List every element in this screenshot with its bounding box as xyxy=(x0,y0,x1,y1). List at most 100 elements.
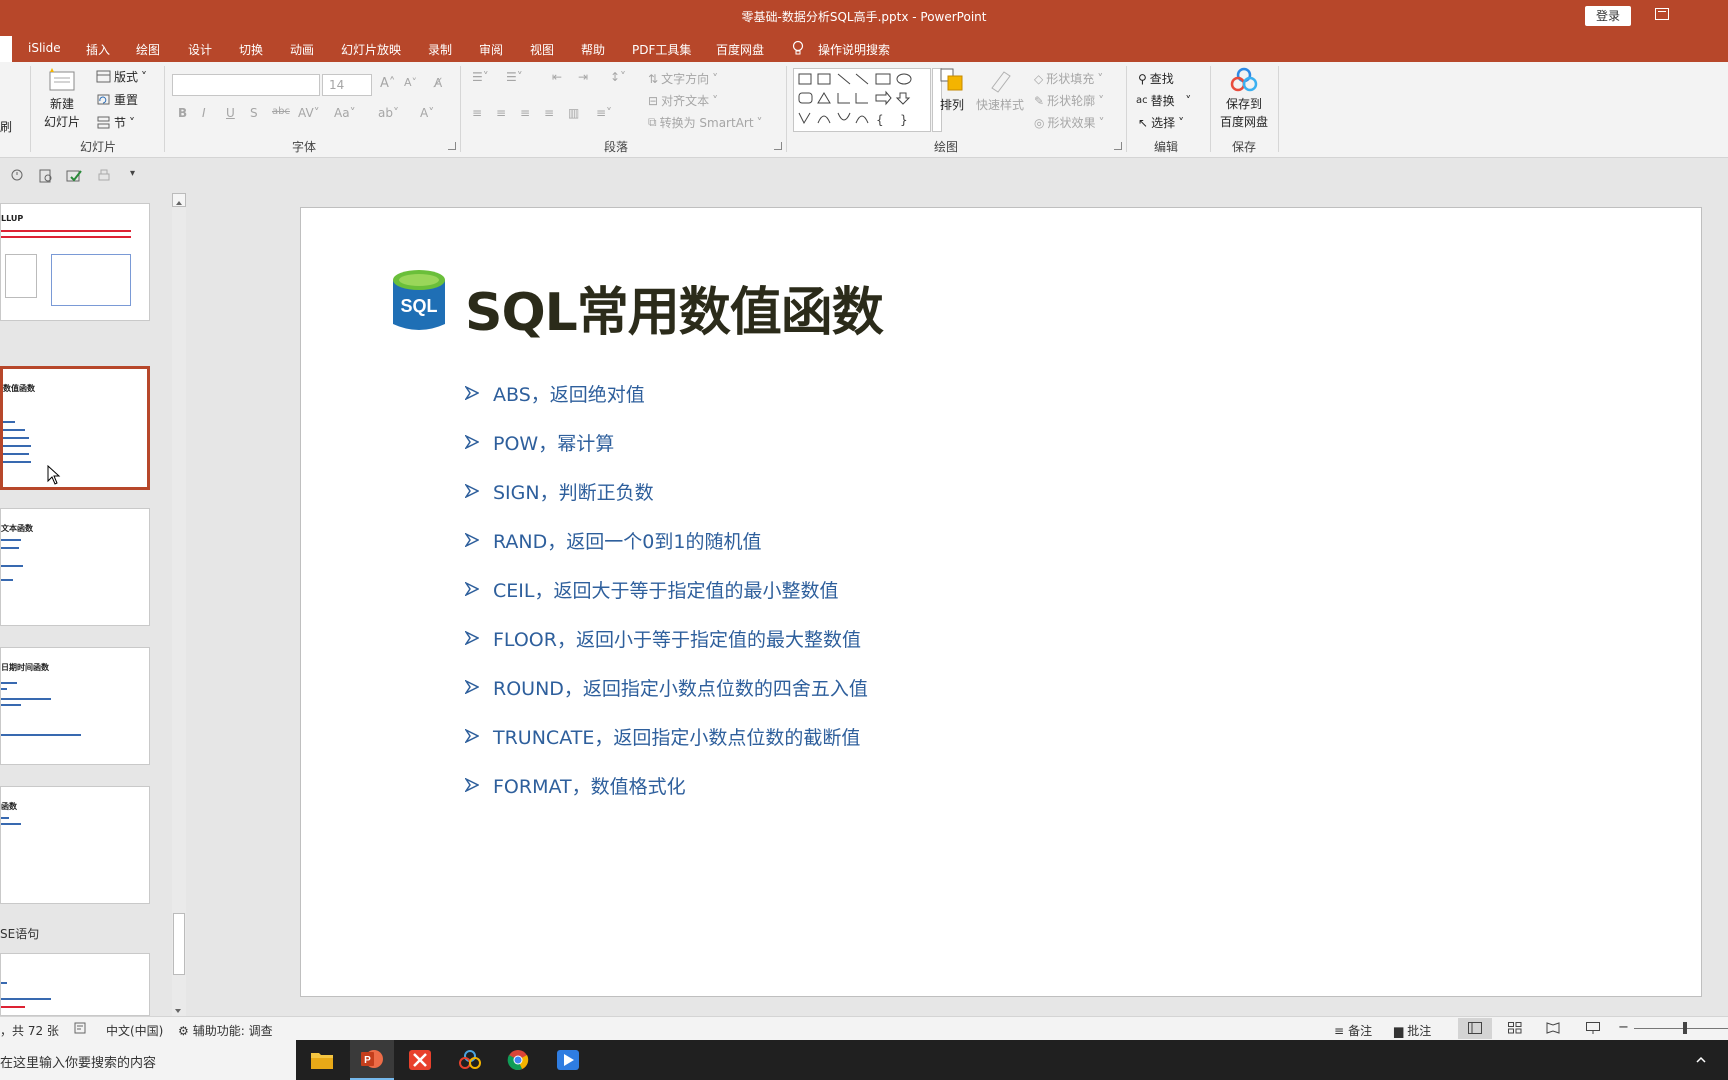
bullet-item[interactable]: CEIL，返回大于等于指定值的最小整数值 xyxy=(465,574,838,604)
shadow-button[interactable]: S xyxy=(250,106,258,120)
chrome-button[interactable] xyxy=(496,1040,540,1080)
change-case-button[interactable]: Aa˅ xyxy=(334,106,356,120)
spellcheck-icon[interactable] xyxy=(74,1021,88,1035)
slide-sorter-icon[interactable] xyxy=(1508,1022,1522,1034)
slide-thumbnail[interactable]: 日期时间函数 xyxy=(0,647,150,765)
slide-thumbnail[interactable]: LLUP xyxy=(0,203,150,321)
save-to-baidu-pan-button[interactable]: 保存到 百度网盘 xyxy=(1220,66,1268,130)
shapes-gallery[interactable]: {} xyxy=(793,68,931,132)
columns-button[interactable]: ▥ xyxy=(568,106,579,120)
bullets-button[interactable]: ☰˅ xyxy=(472,70,489,84)
increase-font-size-button[interactable]: A˄ xyxy=(380,76,395,91)
tab-view[interactable]: 视图 xyxy=(530,41,554,58)
font-launcher-icon[interactable] xyxy=(448,142,456,150)
align-center-button[interactable]: ≡ xyxy=(496,106,506,120)
taskbar-search-box[interactable]: 在这里输入你要搜索的内容 xyxy=(0,1040,296,1080)
accessibility-button[interactable]: ⚙ 辅助功能: 调查 xyxy=(178,1022,273,1039)
slide-thumbnail-selected[interactable]: 数值函数 xyxy=(0,366,150,490)
powerpoint-button[interactable]: P xyxy=(350,1040,394,1080)
align-text-button[interactable]: ⊟ 对齐文本 ˅ xyxy=(648,92,718,109)
find-button[interactable]: ⚲ 查找 xyxy=(1138,70,1174,87)
align-left-button[interactable]: ≡ xyxy=(472,106,482,120)
bullet-item[interactable]: ABS，返回绝对值 xyxy=(465,378,645,408)
quick-styles-button[interactable]: 快速样式 xyxy=(976,66,1024,113)
file-explorer-button[interactable] xyxy=(300,1040,344,1080)
shape-effects-button[interactable]: ◎ 形状效果 ˅ xyxy=(1034,114,1105,131)
reading-view-icon[interactable] xyxy=(1546,1022,1560,1034)
notes-button[interactable]: ≡ 备注 xyxy=(1334,1022,1372,1039)
font-size-combobox[interactable]: 14 xyxy=(322,74,372,96)
login-button[interactable]: 登录 xyxy=(1585,6,1631,26)
bold-button[interactable]: B xyxy=(178,106,187,120)
print-icon[interactable] xyxy=(96,168,112,184)
slide-title[interactable]: SQL常用数值函数 xyxy=(465,270,884,345)
numbering-button[interactable]: ☰˅ xyxy=(506,70,523,84)
tab-transitions[interactable]: 切换 xyxy=(239,41,263,58)
normal-view-button[interactable] xyxy=(1458,1018,1492,1039)
tab-review[interactable]: 审阅 xyxy=(479,41,503,58)
preview-icon[interactable] xyxy=(38,168,54,184)
tell-me-search[interactable]: 操作说明搜索 xyxy=(818,41,890,58)
bullet-item[interactable]: SIGN，判断正负数 xyxy=(465,476,654,506)
zoom-out-button[interactable]: − xyxy=(1618,1020,1629,1035)
bullet-item[interactable]: FORMAT，数值格式化 xyxy=(465,770,686,800)
justify-button[interactable]: ≡ xyxy=(544,106,554,120)
shape-outline-button[interactable]: ✎ 形状轮廓 ˅ xyxy=(1034,92,1104,109)
bullet-item[interactable]: RAND，返回一个0到1的随机值 xyxy=(465,525,761,555)
section-button[interactable]: 节 ˅ xyxy=(96,114,135,131)
strikethrough-button[interactable]: abc xyxy=(272,106,290,117)
line-spacing-button[interactable]: ↕˅ xyxy=(610,70,626,84)
scroll-down-icon[interactable] xyxy=(172,1002,186,1016)
new-slide-button[interactable]: 新建 幻灯片 xyxy=(44,66,80,130)
tab-home-stub[interactable] xyxy=(0,36,12,62)
tab-draw[interactable]: 绘图 xyxy=(136,41,160,58)
distributed-button[interactable]: ≡˅ xyxy=(596,106,612,120)
thumbnail-scrollbar[interactable] xyxy=(172,193,186,1016)
replace-button[interactable]: ac 替换 ˅ xyxy=(1136,92,1191,109)
clear-formatting-button[interactable]: A̸ xyxy=(434,76,442,90)
slide-thumbnail[interactable]: 文本函数 xyxy=(0,508,150,626)
tab-islide[interactable]: iSlide xyxy=(28,41,61,55)
customize-qat-icon[interactable]: ▾ xyxy=(130,168,135,179)
scroll-thumb[interactable] xyxy=(173,913,185,975)
zoom-slider-handle[interactable] xyxy=(1683,1022,1687,1034)
check-icon[interactable] xyxy=(66,168,82,184)
arrange-button[interactable]: 排列 xyxy=(938,66,966,113)
select-button[interactable]: ↖ 选择 ˅ xyxy=(1138,114,1184,131)
section-header[interactable]: SE语句 xyxy=(0,925,39,942)
bullet-item[interactable]: ROUND，返回指定小数点位数的四舍五入值 xyxy=(465,672,868,702)
increase-indent-button[interactable]: ⇥ xyxy=(578,70,588,84)
tab-record[interactable]: 录制 xyxy=(428,41,452,58)
tab-baidu-pan[interactable]: 百度网盘 xyxy=(716,41,764,58)
italic-button[interactable]: I xyxy=(202,106,206,120)
paragraph-launcher-icon[interactable] xyxy=(774,142,782,150)
video-player-button[interactable] xyxy=(546,1040,590,1080)
app-button[interactable] xyxy=(448,1040,492,1080)
tab-help[interactable]: 帮助 xyxy=(581,41,605,58)
convert-smartart-button[interactable]: ⧉ 转换为 SmartArt ˅ xyxy=(648,114,763,131)
underline-button[interactable]: U xyxy=(226,106,235,120)
text-direction-button[interactable]: ⇅ 文字方向 ˅ xyxy=(648,70,718,87)
tab-pdf-tools[interactable]: PDF工具集 xyxy=(632,41,691,58)
layout-button[interactable]: 版式 ˅ xyxy=(96,68,147,85)
xmind-button[interactable] xyxy=(398,1040,442,1080)
slide[interactable]: SQL SQL常用数值函数 ABS，返回绝对值 POW，幂计算 SIGN，判断正… xyxy=(300,207,1702,997)
slideshow-icon[interactable] xyxy=(1586,1022,1600,1034)
bullet-item[interactable]: TRUNCATE，返回指定小数点位数的截断值 xyxy=(465,721,860,751)
font-color-button[interactable]: A˅ xyxy=(420,106,434,120)
tab-insert[interactable]: 插入 xyxy=(86,41,110,58)
tab-slideshow[interactable]: 幻灯片放映 xyxy=(341,41,401,58)
tab-design[interactable]: 设计 xyxy=(188,41,212,58)
language-indicator[interactable]: 中文(中国) xyxy=(106,1022,163,1039)
font-name-combobox[interactable] xyxy=(172,74,320,96)
chevron-up-icon[interactable] xyxy=(1695,1054,1707,1066)
drawing-launcher-icon[interactable] xyxy=(1114,142,1122,150)
shape-fill-button[interactable]: ◇ 形状填充 ˅ xyxy=(1034,70,1103,87)
decrease-font-size-button[interactable]: A˅ xyxy=(404,76,417,89)
reset-button[interactable]: 重置 xyxy=(96,91,138,108)
slide-thumbnail[interactable] xyxy=(0,953,150,1016)
ribbon-display-options-icon[interactable] xyxy=(1655,8,1669,20)
character-spacing-button[interactable]: AV˅ xyxy=(298,106,320,120)
bullet-item[interactable]: FLOOR，返回小于等于指定值的最大整数值 xyxy=(465,623,861,653)
tab-animations[interactable]: 动画 xyxy=(290,41,314,58)
